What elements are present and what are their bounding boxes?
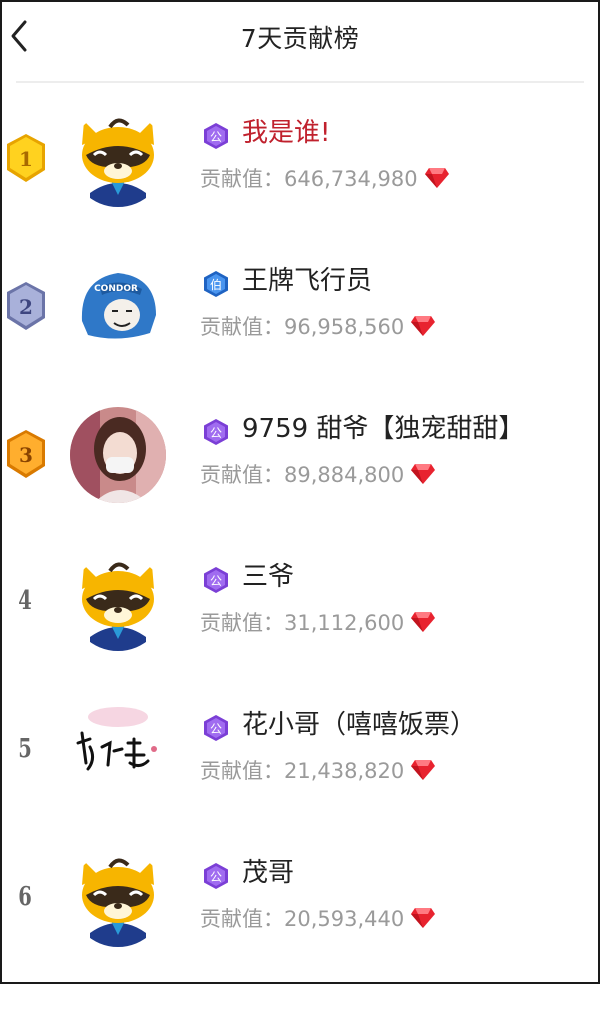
contribution-label: 贡献值： — [200, 759, 284, 783]
rank-number: 5 — [18, 734, 32, 764]
rank-number: 6 — [18, 882, 32, 912]
contribution-value: 贡献值：646,734,980 — [200, 162, 450, 196]
rank-number: 3 — [19, 443, 33, 467]
page-title: 7天贡献榜 — [240, 24, 360, 53]
helmet-meme-icon: CONDOR — [70, 259, 166, 355]
raccoon-mascot-icon — [70, 555, 166, 651]
rank-gold-badge-icon: 1 — [7, 134, 45, 182]
ranking-row[interactable]: 2 CONDOR 伯 王牌飞行员 贡献值：96,958,560 — [0, 259, 600, 422]
duke-rank-badge-icon: 公 — [204, 567, 228, 593]
svg-text:公: 公 — [210, 870, 222, 884]
duke-rank-badge-icon: 公 — [204, 715, 228, 741]
nickname[interactable]: 三爷 — [242, 556, 294, 598]
avatar[interactable] — [70, 407, 166, 503]
diamond-icon — [411, 612, 436, 632]
duke-rank-badge-icon: 公 — [204, 123, 228, 149]
contribution-label: 贡献值： — [200, 315, 284, 339]
diamond-icon — [411, 464, 436, 484]
avatar[interactable]: CONDOR — [70, 259, 166, 355]
contribution-number: 646,734,980 — [284, 167, 418, 191]
ranking-row[interactable]: 6 公 茂哥 贡献值：20,593,440 — [0, 851, 600, 1014]
svg-text:公: 公 — [210, 574, 222, 588]
diamond-icon — [411, 760, 436, 780]
ranking-row[interactable]: 1 公 我是谁! 贡献值：646,734,980 — [0, 111, 600, 274]
contribution-number: 89,884,800 — [284, 463, 405, 487]
nickname[interactable]: 我是谁! — [242, 112, 330, 154]
contribution-label: 贡献值： — [200, 611, 284, 635]
contribution-value: 贡献值：96,958,560 — [200, 310, 436, 344]
avatar[interactable] — [70, 555, 166, 651]
header: 7天贡献榜 — [0, 0, 600, 80]
rank-number: 2 — [19, 295, 33, 319]
contribution-value: 贡献值：31,112,600 — [200, 606, 436, 640]
svg-text:CONDOR: CONDOR — [94, 284, 138, 294]
raccoon-mascot-icon — [70, 111, 166, 207]
raccoon-mascot-icon — [70, 851, 166, 947]
earl-rank-badge-icon: 伯 — [204, 271, 228, 297]
contribution-label: 贡献值： — [200, 907, 284, 931]
contribution-label: 贡献值： — [200, 167, 284, 191]
contribution-value: 贡献值：20,593,440 — [200, 902, 436, 936]
duke-rank-badge-icon: 公 — [204, 863, 228, 889]
avatar[interactable] — [70, 851, 166, 947]
nickname[interactable]: 王牌飞行员 — [242, 260, 372, 302]
girl-photo-icon — [70, 407, 166, 503]
svg-text:公: 公 — [210, 722, 222, 736]
duke-rank-badge-icon: 公 — [204, 419, 228, 445]
ranking-row[interactable]: 4 公 三爷 贡献值：31,112,600 — [0, 555, 600, 718]
contribution-label: 贡献值： — [200, 463, 284, 487]
diamond-icon — [424, 168, 449, 188]
diamond-icon — [411, 908, 436, 928]
contribution-value: 贡献值：21,438,820 — [200, 754, 436, 788]
contribution-number: 20,593,440 — [284, 907, 405, 931]
nickname[interactable]: 9759 甜爷【独宠甜甜】 — [242, 408, 524, 450]
ranking-row[interactable]: 3 公 9759 甜爷【独宠甜甜】 贡献值：89,884,800 — [0, 407, 600, 570]
ranking-row[interactable]: 5 公 花小哥（嘻嘻饭票） 贡献值：21,438,820 — [0, 703, 600, 866]
contribution-number: 96,958,560 — [284, 315, 405, 339]
rank-number: 4 — [18, 586, 32, 616]
rank-silver-badge-icon: 2 — [7, 282, 45, 330]
nickname[interactable]: 花小哥（嘻嘻饭票） — [242, 704, 476, 746]
svg-text:公: 公 — [210, 426, 222, 440]
nickname[interactable]: 茂哥 — [242, 852, 294, 894]
header-divider — [16, 81, 584, 83]
diamond-icon — [411, 316, 436, 336]
rank-bronze-badge-icon: 3 — [7, 430, 45, 478]
svg-text:公: 公 — [210, 130, 222, 144]
contribution-number: 31,112,600 — [284, 611, 405, 635]
calligraphy-avatar-icon — [70, 703, 166, 799]
contribution-value: 贡献值：89,884,800 — [200, 458, 436, 492]
contribution-number: 21,438,820 — [284, 759, 405, 783]
avatar[interactable] — [70, 111, 166, 207]
rank-number: 1 — [19, 147, 33, 171]
avatar[interactable] — [70, 703, 166, 799]
svg-text:伯: 伯 — [210, 277, 222, 292]
